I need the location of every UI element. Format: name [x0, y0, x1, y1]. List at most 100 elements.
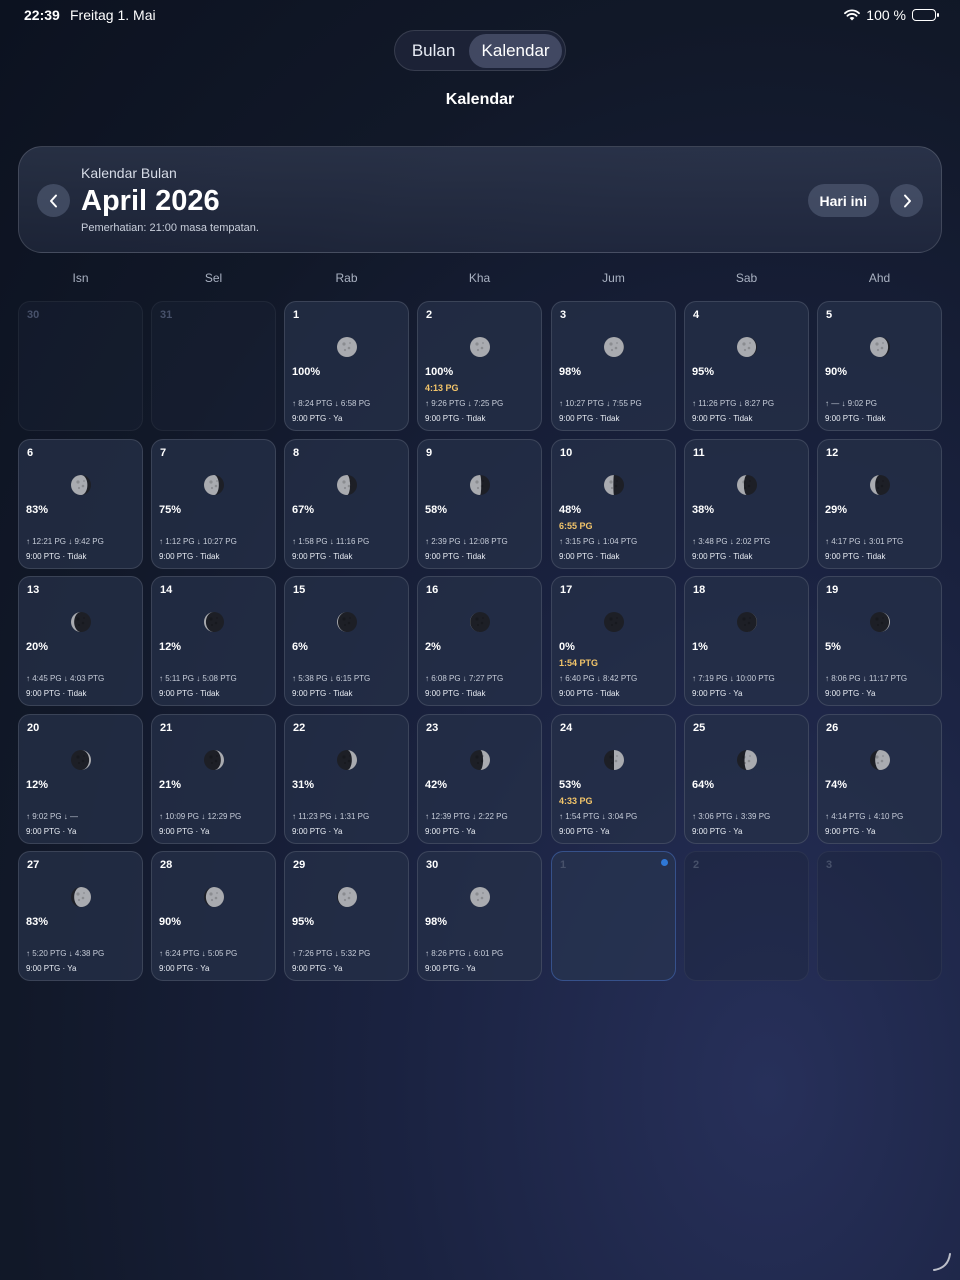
calendar-day-cell[interactable]: 3 98% ↑ 10:27 PTG ↓ 7:55 PG 9:00 PTG · Tida… [551, 301, 676, 431]
moon-phase-icon [737, 337, 757, 357]
calendar-day-cell[interactable]: 9 58% ↑ 2:39 PG ↓ 12:08 PTG 9:00 PTG · Tida… [417, 439, 542, 569]
illumination-percent: 53% [559, 779, 582, 791]
calendar-day-cell[interactable]: 12 29% ↑ 4:17 PG ↓ 3:01 PTG 9:00 PTG · Tida… [817, 439, 942, 569]
resize-handle-icon[interactable] [932, 1252, 952, 1272]
phase-peak-time: 4:33 PG [559, 796, 593, 806]
calendar-day-cell[interactable]: 14 12% ↑ 5:11 PG ↓ 5:08 PTG 9:00 PTG · Tida… [151, 576, 276, 706]
calendar-day-cell[interactable]: 13 20% ↑ 4:45 PG ↓ 4:03 PTG 9:00 PTG · Tida… [18, 576, 143, 706]
chevron-right-icon [903, 194, 911, 207]
day-number: 13 [27, 584, 40, 596]
moonrise-moonset: ↑ 12:39 PTG ↓ 2:22 PG [425, 812, 508, 821]
calendar-day-cell[interactable]: 4 95% ↑ 11:26 PTG ↓ 8:27 PG 9:00 PTG · Tida… [684, 301, 809, 431]
observation-status: 9:00 PTG · Tidak [559, 552, 620, 561]
calendar-day-cell[interactable]: 22 31% ↑ 11:23 PG ↓ 1:31 PG 9:00 PTG · Ya [284, 714, 409, 844]
day-number: 1 [293, 309, 300, 321]
illumination-percent: 12% [26, 779, 49, 791]
day-number: 25 [693, 722, 706, 734]
calendar-day-cell[interactable]: 28 90% ↑ 6:24 PTG ↓ 5:05 PG 9:00 PTG · Ya [151, 851, 276, 981]
month-title: April 2026 [81, 185, 220, 217]
day-number: 26 [826, 722, 839, 734]
calendar-day-cell[interactable]: 25 64% ↑ 3:06 PTG ↓ 3:39 PG 9:00 PTG · Ya [684, 714, 809, 844]
observation-status: 9:00 PTG · Ya [26, 964, 77, 973]
moonrise-moonset: ↑ 7:26 PTG ↓ 5:32 PG [292, 949, 371, 958]
calendar-day-cell[interactable]: 30 [18, 301, 143, 431]
calendar-day-cell[interactable]: 30 98% ↑ 8:26 PTG ↓ 6:01 PG 9:00 PTG · Ya [417, 851, 542, 981]
calendar-day-cell[interactable]: 27 83% ↑ 5:20 PTG ↓ 4:38 PG 9:00 PTG · Ya [18, 851, 143, 981]
status-time: 22:39 [24, 7, 60, 23]
today-button[interactable]: Hari ini [807, 184, 879, 217]
illumination-percent: 100% [425, 366, 454, 378]
calendar-day-cell[interactable]: 10 48% 6:55 PG ↑ 3:15 PG ↓ 1:04 PTG 9:00 PTG… [551, 439, 676, 569]
moonrise-moonset: ↑ 8:06 PG ↓ 11:17 PTG [825, 674, 908, 683]
moonrise-moonset: ↑ 1:54 PTG ↓ 3:04 PG [559, 812, 638, 821]
observation-status: 9:00 PTG · Tidak [159, 552, 220, 561]
calendar-day-cell[interactable]: 18 1% ↑ 7:19 PG ↓ 10:00 PTG 9:00 PTG · Ya [684, 576, 809, 706]
calendar-day-cell[interactable]: 6 83% ↑ 12:21 PG ↓ 9:42 PG 9:00 PTG · Tidak [18, 439, 143, 569]
calendar-day-cell[interactable]: 8 67% ↑ 1:58 PG ↓ 11:16 PG 9:00 PTG · Tidak [284, 439, 409, 569]
illumination-percent: 83% [26, 504, 49, 516]
calendar-day-cell[interactable]: 7 75% ↑ 1:12 PG ↓ 10:27 PG 9:00 PTG · Tidak [151, 439, 276, 569]
segment-kalendar[interactable]: Kalendar [469, 33, 562, 68]
observation-status: 9:00 PTG · Tidak [425, 552, 486, 561]
calendar-day-cell[interactable]: 16 2% ↑ 6:08 PG ↓ 7:27 PTG 9:00 PTG · Tidak [417, 576, 542, 706]
status-bar: 22:39 Freitag 1. Mai 100 % [0, 0, 960, 30]
next-month-button[interactable] [890, 184, 923, 217]
calendar-day-cell[interactable]: 15 6% ↑ 5:38 PG ↓ 6:15 PTG 9:00 PTG · Tidak [284, 576, 409, 706]
calendar-day-cell[interactable]: 11 38% ↑ 3:48 PG ↓ 2:02 PTG 9:00 PTG · Tida… [684, 439, 809, 569]
illumination-percent: 6% [292, 641, 308, 653]
observation-status: 9:00 PTG · Ya [692, 689, 743, 698]
calendar-day-cell[interactable]: 17 0% 1:54 PTG ↑ 6:40 PG ↓ 8:42 PTG 9:00 PTG… [551, 576, 676, 706]
observation-status: 9:00 PTG · Tidak [825, 552, 886, 561]
day-number: 27 [27, 859, 40, 871]
weekday-label: Ahd [868, 271, 891, 285]
moon-phase-icon [870, 475, 890, 495]
moonrise-moonset: ↑ 5:20 PTG ↓ 4:38 PG [26, 949, 105, 958]
calendar-day-cell[interactable]: 31 [151, 301, 276, 431]
observation-status: 9:00 PTG · Ya [425, 827, 476, 836]
illumination-percent: 90% [825, 366, 848, 378]
day-number: 6 [27, 447, 34, 459]
moonrise-moonset: ↑ 11:26 PTG ↓ 8:27 PG [692, 399, 775, 408]
moon-phase-icon [737, 475, 757, 495]
moon-phase-icon [337, 750, 357, 770]
calendar-day-cell[interactable]: 2 [684, 851, 809, 981]
calendar-day-cell[interactable]: 5 90% ↑ — ↓ 9:02 PG 9:00 PTG · Tidak [817, 301, 942, 431]
segment-bulan[interactable]: Bulan [398, 34, 469, 68]
illumination-percent: 67% [292, 504, 315, 516]
observation-status: 9:00 PTG · Tidak [559, 689, 620, 698]
calendar-day-cell[interactable]: 20 12% ↑ 9:02 PG ↓ — 9:00 PTG · Ya [18, 714, 143, 844]
observation-status: 9:00 PTG · Tidak [292, 689, 353, 698]
moon-phase-icon [870, 612, 890, 632]
calendar-day-cell[interactable]: 26 74% ↑ 4:14 PTG ↓ 4:10 PG 9:00 PTG · Ya [817, 714, 942, 844]
moonrise-moonset: ↑ 6:40 PG ↓ 8:42 PTG [559, 674, 638, 683]
calendar-day-cell[interactable]: 1 100% ↑ 8:24 PTG ↓ 6:58 PG 9:00 PTG · Ya [284, 301, 409, 431]
previous-month-button[interactable] [37, 184, 70, 217]
calendar-day-cell[interactable]: 2 100% 4:13 PG ↑ 9:26 PTG ↓ 7:25 PG 9:00 PTG… [417, 301, 542, 431]
calendar-day-cell[interactable]: 19 5% ↑ 8:06 PG ↓ 11:17 PTG 9:00 PTG · Ya [817, 576, 942, 706]
calendar-day-cell[interactable]: 24 53% 4:33 PG ↑ 1:54 PTG ↓ 3:04 PG 9:00 PTG… [551, 714, 676, 844]
moon-phase-icon [204, 750, 224, 770]
observation-status: 9:00 PTG · Ya [292, 964, 343, 973]
battery-icon [912, 9, 939, 21]
moonrise-moonset: ↑ 11:23 PG ↓ 1:31 PG [292, 812, 370, 821]
illumination-percent: 38% [692, 504, 715, 516]
illumination-percent: 21% [159, 779, 182, 791]
moon-phase-icon [71, 750, 91, 770]
day-number: 9 [426, 447, 433, 459]
day-number: 17 [560, 584, 573, 596]
day-number: 8 [293, 447, 300, 459]
moonrise-moonset: ↑ 10:09 PG ↓ 12:29 PG [159, 812, 242, 821]
calendar-day-cell[interactable]: 1 [551, 851, 676, 981]
calendar-day-cell[interactable]: 23 42% ↑ 12:39 PTG ↓ 2:22 PG 9:00 PTG · Ya [417, 714, 542, 844]
calendar-day-cell[interactable]: 29 95% ↑ 7:26 PTG ↓ 5:32 PG 9:00 PTG · Ya [284, 851, 409, 981]
moonrise-moonset: ↑ 1:58 PG ↓ 11:16 PG [292, 537, 370, 546]
header-subtitle: Kalendar Bulan [81, 165, 177, 181]
illumination-percent: 48% [559, 504, 582, 516]
calendar-day-cell[interactable]: 3 [817, 851, 942, 981]
observation-status: 9:00 PTG · Ya [825, 689, 876, 698]
moon-phase-icon [470, 475, 490, 495]
moon-phase-icon [604, 612, 624, 632]
calendar-day-cell[interactable]: 21 21% ↑ 10:09 PG ↓ 12:29 PG 9:00 PTG · Ya [151, 714, 276, 844]
phase-peak-time: 1:54 PTG [559, 658, 599, 668]
moonrise-moonset: ↑ 9:02 PG ↓ — [26, 812, 79, 821]
